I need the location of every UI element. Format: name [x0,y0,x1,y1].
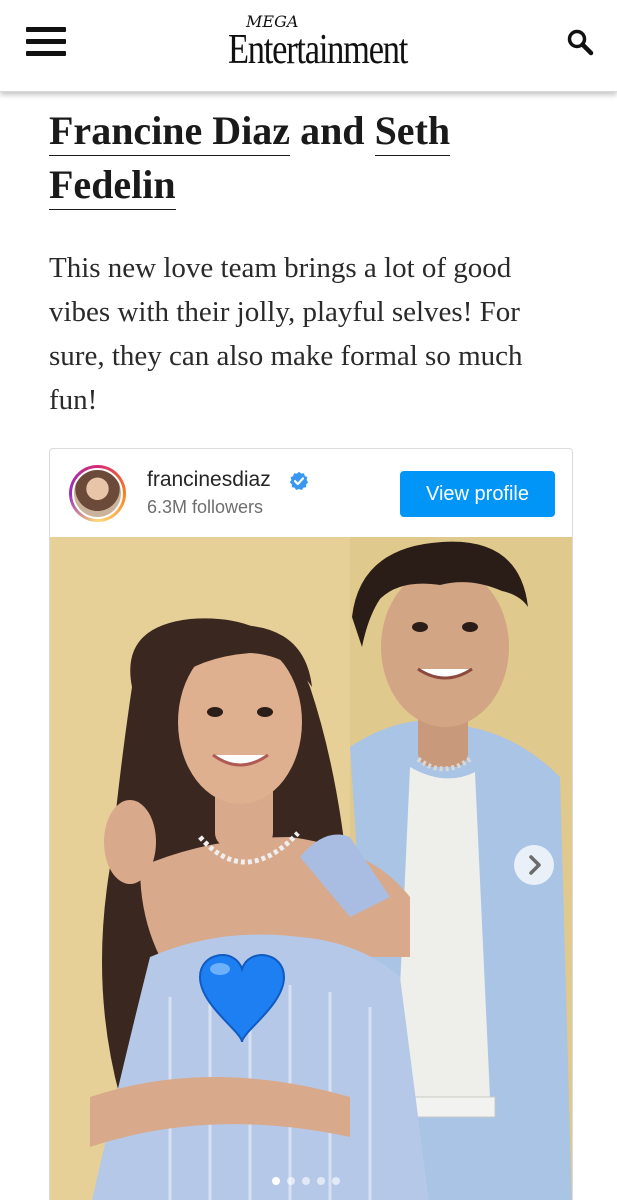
follower-count: 6.3M followers [147,497,264,517]
search-icon[interactable] [566,28,594,56]
title-link-seth-fedelin-first[interactable]: Seth [374,108,451,156]
article-lead-paragraph: This new love team brings a lot of good … [49,252,523,416]
title-and: and [300,108,365,153]
post-photo-illustration [50,537,572,1200]
carousel-dot [272,1177,280,1185]
profile-avatar[interactable] [69,465,126,522]
carousel-next-button[interactable] [514,845,554,885]
avatar-image [72,468,123,519]
title-link-seth-fedelin-second[interactable]: Fedelin [49,162,176,210]
carousel-dot [302,1177,310,1185]
site-logo[interactable]: MEGA Entertainment [228,12,408,74]
chevron-right-icon [529,855,541,875]
carousel-dot [332,1177,340,1185]
instagram-embed: francinesdiaz 6.3M followers View profil… [49,448,573,1200]
carousel-dot [317,1177,325,1185]
verified-badge-icon [289,471,309,491]
embed-header: francinesdiaz 6.3M followers View profil… [50,449,572,537]
logo-entertainment-text: Entertainment [228,27,408,73]
view-profile-button[interactable]: View profile [400,471,555,517]
hamburger-menu-icon[interactable] [26,27,66,57]
title-link-francine-diaz[interactable]: Francine Diaz [49,108,291,156]
post-photo[interactable] [50,537,572,1200]
carousel-dot [287,1177,295,1185]
carousel-indicator [272,1177,352,1187]
site-header: MEGA Entertainment [0,0,617,92]
article-title: Francine Diaz and Seth Fedelin [49,104,579,212]
profile-username[interactable]: francinesdiaz [147,468,271,492]
